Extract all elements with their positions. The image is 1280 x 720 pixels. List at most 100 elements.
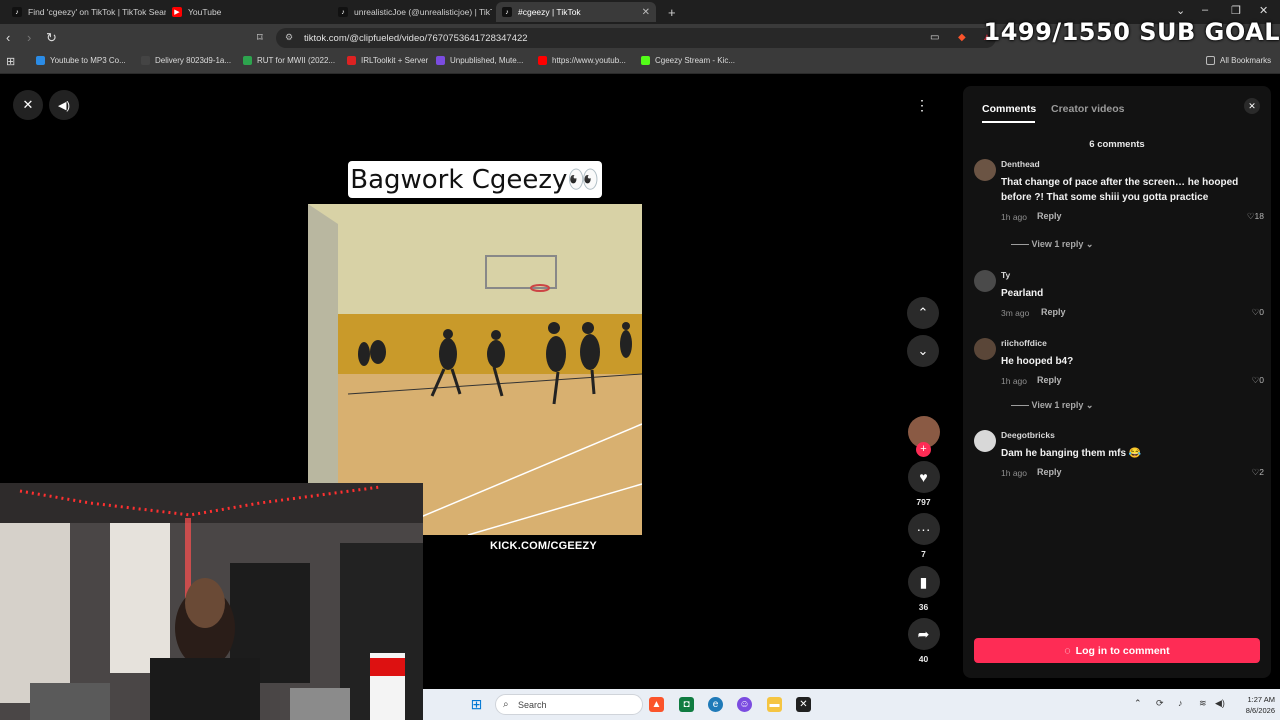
taskbar-search-label: Search (518, 699, 547, 710)
comment-username[interactable]: Denthead (1001, 159, 1040, 169)
follow-plus-icon[interactable]: + (916, 442, 931, 457)
chevron-down-icon[interactable]: ⌄ (1176, 4, 1185, 17)
maximize-icon[interactable]: ❐ (1231, 4, 1241, 17)
windows-start-icon[interactable]: ⊞ (469, 696, 484, 712)
comment-username[interactable]: Ty (1001, 270, 1010, 280)
url-bar[interactable]: ⚙ tiktok.com/@clipfueled/video/767075364… (276, 28, 996, 48)
reply-button[interactable]: Reply (1037, 375, 1062, 385)
view-replies-button[interactable]: —— View 1 reply ⌄ (1011, 239, 1093, 250)
close-window-icon[interactable]: ✕ (1259, 4, 1268, 17)
comment-like[interactable]: ♡0 (1252, 307, 1264, 318)
microphone-icon[interactable]: ♪ (1178, 698, 1183, 708)
cast-icon[interactable]: ▭ (930, 32, 939, 43)
avatar[interactable] (974, 430, 996, 452)
wifi-icon[interactable]: ≋ (1199, 698, 1207, 709)
volume-icon[interactable]: ◀) (49, 90, 79, 120)
url-text: tiktok.com/@clipfueled/video/76707536417… (304, 32, 528, 44)
chevron-down-icon[interactable]: ⌄ (907, 335, 939, 367)
chevron-up-icon[interactable]: ⌃ (907, 297, 939, 329)
creator-avatar-button[interactable]: + (907, 416, 940, 457)
discord-icon[interactable]: ☺ (737, 697, 752, 712)
comment-like[interactable]: ♡2 (1252, 467, 1264, 478)
avatar[interactable] (974, 270, 996, 292)
back-icon[interactable]: ‹ (6, 30, 10, 45)
bookmark-item[interactable]: RUT for MWII (2022... (243, 56, 335, 65)
comment-time: 1h ago (1001, 212, 1027, 222)
comment-username[interactable]: riichoffdice (1001, 338, 1047, 348)
bookmark-item[interactable]: Cgeezy Stream - Kic... (641, 56, 735, 65)
save-action[interactable]: ▮ 36 (907, 566, 940, 612)
comment-item: Denthead That change of pace after the s… (974, 159, 1264, 249)
sync-icon[interactable]: ⟳ (1156, 698, 1164, 709)
chevron-up-icon[interactable]: ⌃ (1134, 698, 1142, 709)
all-bookmarks-button[interactable]: All Bookmarks (1206, 56, 1271, 65)
bookmark-icon[interactable]: ⌑ (257, 31, 263, 44)
bookmark-item[interactable]: Unpublished, Mute... (436, 56, 523, 65)
comment-username[interactable]: Deegotbricks (1001, 430, 1055, 440)
bookmark-icon[interactable]: ▮ (907, 566, 940, 598)
close-panel-icon[interactable]: ✕ (1244, 98, 1260, 114)
view-replies-button[interactable]: —— View 1 reply ⌄ (1011, 400, 1093, 411)
forward-icon[interactable]: › (27, 30, 31, 45)
comment-like[interactable]: ♡0 (1252, 375, 1264, 386)
bookmark-item[interactable]: IRLToolkit + Server (347, 56, 428, 65)
bookmark-label: Unpublished, Mute... (450, 56, 524, 65)
heart-icon[interactable]: ♥ (907, 461, 940, 493)
reply-button[interactable]: Reply (1037, 467, 1062, 477)
apps-grid-icon[interactable]: ⊞ (6, 55, 15, 68)
brave-shield-icon[interactable]: ◆ (958, 32, 966, 43)
system-clock[interactable]: 1:27 AM 8/6/2026 (1233, 694, 1275, 716)
taskbar-search[interactable]: ⌕ Search (495, 694, 643, 715)
file-explorer-icon[interactable]: ▬ (767, 697, 782, 712)
tab-tiktok-search[interactable]: ♪ Find 'cgeezy' on TikTok | TikTok Searc (6, 2, 166, 22)
comment-like-count: 18 (1254, 211, 1264, 221)
new-tab-button[interactable]: + (662, 2, 682, 22)
terminal-icon[interactable]: ✕ (796, 697, 811, 712)
comment-text: He hooped b4? (1001, 356, 1074, 367)
comment-action[interactable]: ··· 7 (907, 513, 940, 559)
bookmark-label: Cgeezy Stream - Kic... (655, 56, 736, 65)
tab-label: unrealisticJoe (@unrealisticjoe) | TikT (354, 7, 492, 17)
tab-label: Find 'cgeezy' on TikTok | TikTok Searc (28, 7, 166, 17)
close-icon[interactable]: ✕ (13, 90, 43, 120)
tab-cgeezy[interactable]: ♪ #cgeezy | TikTok ✕ (496, 2, 656, 22)
close-tab-icon[interactable]: ✕ (642, 7, 650, 18)
youtube-icon: ▶ (172, 7, 182, 17)
speaker-icon[interactable]: ◀) (1215, 698, 1225, 709)
like-action[interactable]: ♥ 797 (907, 461, 940, 507)
app-icon[interactable]: ◘ (679, 697, 694, 712)
edge-icon[interactable]: e (708, 697, 723, 712)
tab-unrealisticjoe[interactable]: ♪ unrealisticJoe (@unrealisticjoe) | Tik… (332, 2, 492, 22)
comment-count: 6 comments (1089, 139, 1145, 150)
share-count: 40 (918, 654, 929, 664)
bookmark-item[interactable]: https://www.youtub... (538, 56, 626, 65)
reply-button[interactable]: Reply (1041, 307, 1066, 317)
bookmark-label: Delivery 8023d9-1a... (155, 56, 232, 65)
kick-icon (641, 56, 650, 65)
windows-taskbar: ⊞ ⌕ Search ▲ ◘ e ☺ ▬ ✕ ⌃ ⟳ ♪ ≋ ◀) 1:27 A… (423, 689, 1280, 720)
comment-bubble-icon[interactable]: ··· (907, 513, 940, 545)
avatar[interactable] (974, 159, 996, 181)
reload-icon[interactable]: ↻ (46, 30, 57, 46)
comment-like-count: 0 (1259, 307, 1264, 317)
reply-button[interactable]: Reply (1037, 211, 1062, 221)
video-caption: Bagwork Cgeezy👀 (348, 161, 602, 198)
avatar[interactable] (974, 338, 996, 360)
tab-youtube[interactable]: ▶ YouTube (166, 2, 331, 22)
comment-item: Ty Pearland 3m ago Reply ♡0 (974, 270, 1264, 320)
tab-comments[interactable]: Comments (982, 103, 1036, 115)
irl-icon (347, 56, 356, 65)
tab-creator-videos[interactable]: Creator videos (1051, 103, 1125, 115)
share-icon[interactable]: ➦ (907, 618, 940, 650)
login-to-comment-button[interactable]: ◌ Log in to comment (974, 638, 1260, 663)
more-options-icon[interactable]: ⋮ (907, 90, 937, 120)
chevron-down-icon: ⌄ (1085, 400, 1094, 410)
minimize-icon[interactable]: – (1202, 4, 1208, 16)
share-action[interactable]: ➦ 40 (907, 618, 940, 664)
bookmark-item[interactable]: Delivery 8023d9-1a... (141, 56, 231, 65)
comment-like[interactable]: ♡18 (1247, 211, 1264, 222)
brave-browser-icon[interactable]: ▲ (649, 697, 664, 712)
site-info-icon[interactable]: ⚙ (285, 32, 293, 43)
bookmark-item[interactable]: Youtube to MP3 Co... (36, 56, 126, 65)
comments-panel: Comments Creator videos ✕ 6 comments Den… (963, 86, 1271, 678)
